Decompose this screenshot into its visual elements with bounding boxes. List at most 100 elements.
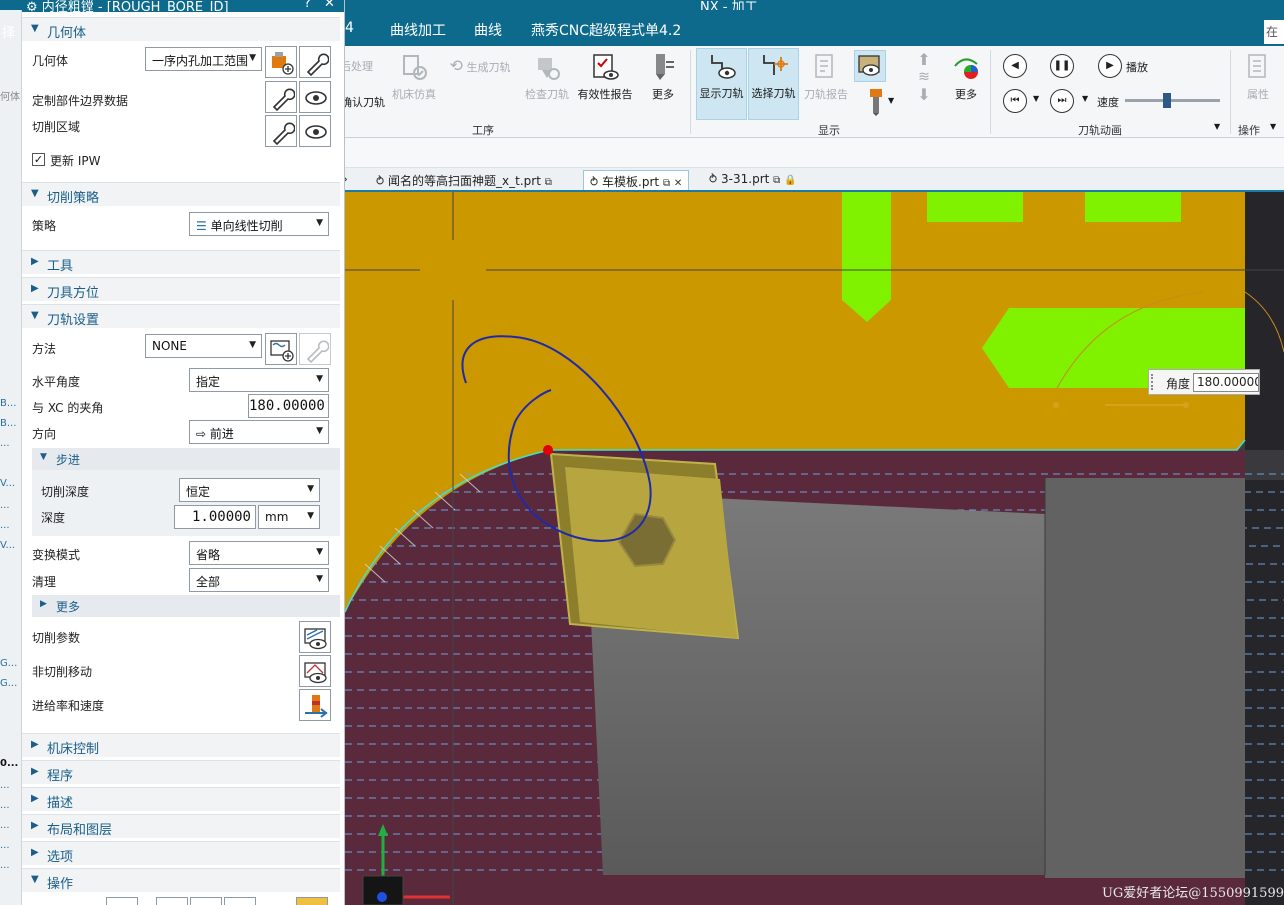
speed-slider-knob[interactable] [1163, 93, 1171, 108]
new-geometry-button[interactable] [265, 46, 297, 78]
section-actions[interactable]: ▼ 操作 [22, 868, 340, 892]
list-item[interactable]: B... [0, 418, 16, 429]
more-operation-button[interactable]: 更多 [646, 52, 680, 102]
level-angle-select[interactable]: 指定 ▼ [189, 368, 329, 392]
pause-button[interactable]: ❚❚ [1050, 54, 1074, 78]
generate-action-button[interactable] [106, 897, 138, 905]
search-input[interactable]: 在 [1264, 20, 1284, 44]
cut-depth-select[interactable]: 恒定 ▼ [179, 478, 320, 502]
replay-action-button[interactable] [156, 897, 188, 905]
depth-input[interactable]: 1.00000 [174, 505, 256, 529]
strategy-select[interactable]: ☰ 单向线性切削 ▼ [189, 212, 329, 236]
section-program[interactable]: ▶ 程序 [22, 760, 340, 784]
edit-cut-region-button[interactable] [265, 115, 297, 147]
section-tool-orientation[interactable]: ▶ 刀具方位 [22, 277, 340, 301]
method-select[interactable]: NONE ▼ [145, 334, 262, 358]
generate-path-button[interactable]: ⟲ 生成刀轨 [442, 56, 518, 75]
popout-icon[interactable]: ⧉ [545, 177, 552, 188]
move-up-down-button[interactable]: ⬆ ≋ ⬇ [912, 50, 936, 114]
list-item[interactable]: ... [0, 520, 10, 531]
properties-button[interactable]: 属性 [1238, 52, 1278, 102]
machine-sim-button[interactable]: 机床仿真 [390, 52, 438, 102]
transform-mode-select[interactable]: 省略 ▼ [189, 541, 329, 565]
show-cut-region-button[interactable] [299, 115, 331, 147]
section-tool[interactable]: ▶ 工具 [22, 250, 340, 274]
more-display-button[interactable]: 更多 [948, 52, 984, 102]
validity-report-button[interactable]: 有效性报告 [574, 52, 636, 102]
list-item[interactable]: ... [0, 500, 10, 511]
section-cut-strategy[interactable]: ▼ 切削策略 [22, 182, 340, 206]
chevron-down-icon[interactable]: ▼ [1082, 94, 1088, 103]
direction-select[interactable]: ⇨ 前进 ▼ [189, 420, 329, 444]
depth-unit-select[interactable]: mm ▼ [258, 505, 320, 529]
popout-icon[interactable]: ⧉ [663, 178, 670, 189]
popout-icon[interactable]: ⧉ [773, 175, 780, 186]
graphics-viewport[interactable]: 角度 180.00000 UG爱好者论坛@1550991599 [345, 192, 1284, 905]
cleanup-select[interactable]: 全部 ▼ [189, 568, 329, 592]
list-item[interactable]: ... [0, 820, 10, 831]
menu-item-curve-machining[interactable]: 曲线加工 [390, 20, 446, 40]
subsection-more[interactable]: ▶ 更多 [32, 595, 340, 617]
list-item[interactable]: G... [0, 678, 17, 689]
file-tab[interactable]: ⥁ 3-31.prt ⧉ 🔒 [703, 170, 803, 190]
tool-display-button[interactable]: ▼ [856, 88, 896, 118]
rewind-button[interactable]: ⏮ [1003, 89, 1027, 113]
section-path-settings[interactable]: ▼ 刀轨设置 [22, 304, 340, 328]
list-item[interactable]: ... [0, 840, 10, 851]
feeds-speeds-button[interactable] [299, 689, 331, 721]
list-item[interactable]: B... [0, 398, 16, 409]
strategy-value: 单向线性切削 [210, 219, 283, 233]
list-action-button[interactable] [224, 897, 256, 905]
step-back-button[interactable]: ◀ [1003, 54, 1027, 78]
fast-forward-button[interactable]: ⏭ [1050, 89, 1074, 113]
help-button[interactable]: ? [304, 0, 311, 11]
section-geometry[interactable]: ▼ 几何体 [22, 17, 340, 41]
file-tab[interactable]: ⥁ 车模板.prt ⧉ ✕ [583, 170, 690, 190]
edit-boundary-button[interactable] [265, 81, 297, 113]
menu-item-curve[interactable]: 曲线 [474, 20, 502, 40]
list-item[interactable]: V... [0, 478, 15, 489]
highlighted-action-button[interactable] [296, 897, 328, 905]
list-item[interactable]: ... [0, 438, 10, 449]
display-ipw-button[interactable] [854, 50, 886, 82]
speed-slider[interactable] [1125, 93, 1220, 108]
angle-input[interactable]: 180.00000 [1193, 373, 1259, 392]
angle-input-box[interactable]: 角度 180.00000 [1148, 369, 1260, 395]
chevron-down-icon[interactable]: ▼ [1270, 122, 1276, 131]
list-item[interactable]: ... [0, 780, 10, 791]
show-boundary-button[interactable] [299, 81, 331, 113]
non-cut-moves-button[interactable] [299, 655, 331, 687]
chevron-down-icon[interactable]: ▼ [1214, 122, 1220, 131]
list-item[interactable]: G... [0, 658, 17, 669]
file-tab[interactable]: ⥁ 闻名的等高扫面神题_x_t.prt ⧉ [370, 170, 558, 190]
section-machine-control[interactable]: ▶ 机床控制 [22, 733, 340, 757]
show-path-button[interactable]: 显示刀轨 [696, 48, 747, 120]
geometry-select[interactable]: 一序内孔加工范围 ▼ [145, 47, 262, 71]
verify-action-button[interactable] [190, 897, 222, 905]
menu-item-4[interactable]: 4 [345, 20, 354, 36]
cut-params-button[interactable] [299, 621, 331, 653]
xc-angle-input[interactable]: 180.00000 [248, 394, 329, 418]
confirm-path-button[interactable]: 确认刀轨 [340, 94, 386, 110]
section-options[interactable]: ▶ 选项 [22, 841, 340, 865]
list-item[interactable]: ... [0, 800, 10, 811]
chevron-down-icon[interactable]: ▼ [1033, 94, 1039, 103]
list-item[interactable]: V... [0, 540, 15, 551]
menu-item-yanxiu-cnc[interactable]: 燕秀CNC超级程式单4.2 [531, 20, 681, 40]
update-ipw-checkbox[interactable]: ✓ [32, 153, 45, 166]
edit-geometry-button[interactable] [299, 46, 331, 78]
close-icon[interactable]: ✕ [674, 178, 682, 189]
section-layout-layers[interactable]: ▶ 布局和图层 [22, 814, 340, 838]
edit-method-button[interactable] [299, 333, 331, 365]
subsection-stepover[interactable]: ▼ 步进 [32, 448, 340, 470]
section-description[interactable]: ▶ 描述 [22, 787, 340, 811]
drag-handle[interactable] [1151, 374, 1157, 390]
list-item[interactable]: 0... [0, 758, 18, 769]
play-button[interactable]: ▶ [1098, 54, 1122, 78]
select-path-button[interactable]: 选择刀轨 [748, 48, 799, 120]
close-button[interactable]: ✕ [324, 0, 335, 11]
check-path-button[interactable]: 检查刀轨 [522, 52, 572, 102]
path-report-button[interactable]: 刀轨报告 [800, 52, 852, 102]
list-item[interactable]: ... [0, 860, 10, 871]
new-method-button[interactable] [265, 333, 297, 365]
